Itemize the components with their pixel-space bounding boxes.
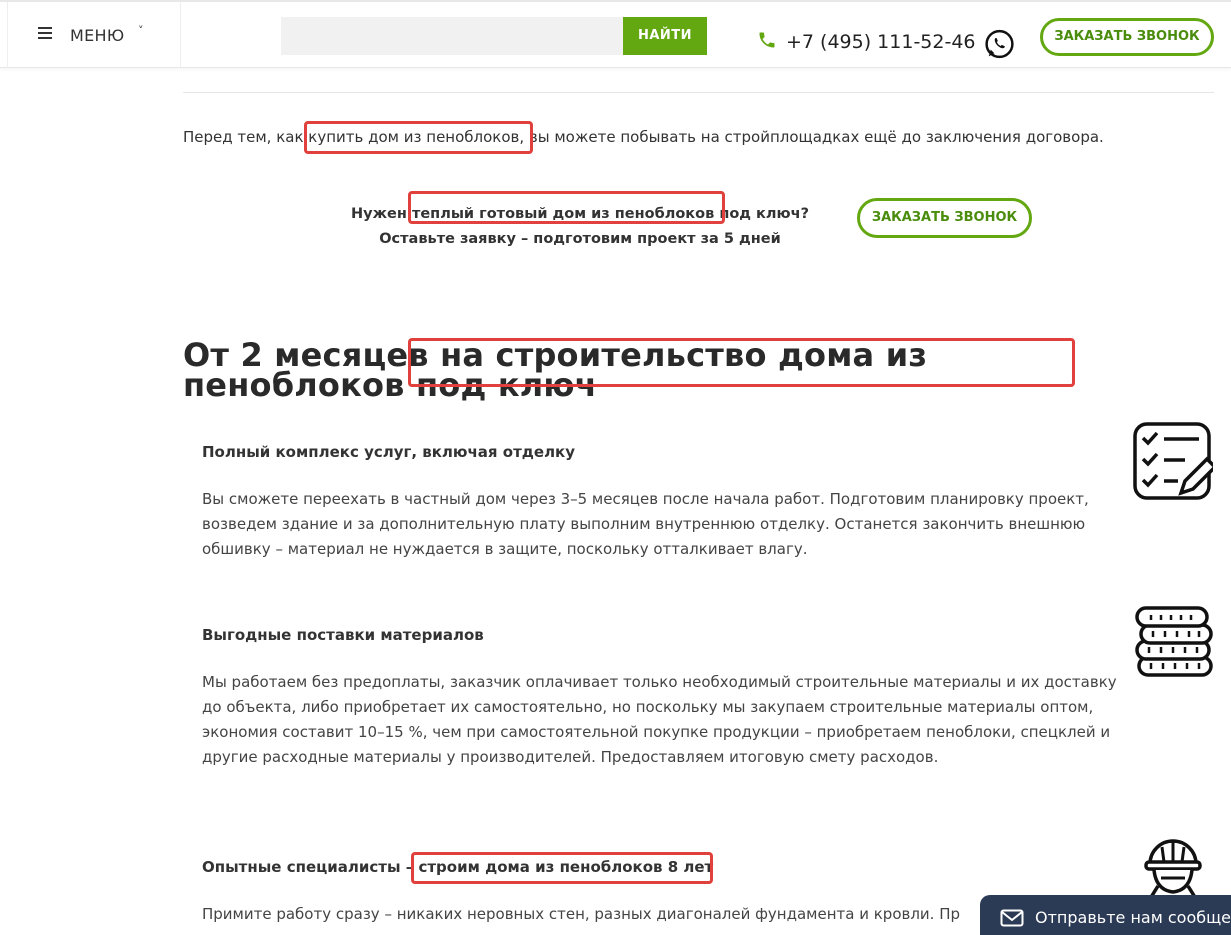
highlight-box — [304, 121, 533, 154]
search-input[interactable] — [281, 17, 623, 55]
hamburger-icon — [38, 27, 52, 39]
highlight-box — [408, 338, 1075, 387]
intro-suffix: , вы можете побывать на стройплощадках е… — [519, 128, 1104, 146]
phone-icon — [759, 32, 775, 48]
phone-number[interactable]: +7 (495) 111-52-46 — [786, 31, 976, 53]
site-header: МЕНЮ ˅ НАЙТИ +7 (495) 111-52-46 ЗАКАЗАТЬ… — [0, 0, 1231, 68]
worker-icon — [1144, 839, 1202, 903]
feature-title-prefix: Опытные специалисты – — [202, 858, 419, 876]
search-button[interactable]: НАЙТИ — [623, 17, 707, 55]
cta-line1-suffix: под ключ? — [714, 206, 809, 222]
checklist-icon — [1133, 422, 1213, 500]
chat-widget[interactable]: Отправьте нам сообще — [980, 895, 1231, 935]
whatsapp-icon[interactable] — [983, 28, 1016, 61]
menu-label: МЕНЮ — [70, 26, 125, 45]
divider — [183, 92, 1214, 93]
cta-callback-button[interactable]: ЗАКАЗАТЬ ЗВОНОК — [857, 198, 1032, 238]
feature-text: Примите работу сразу – никаких неровных … — [202, 905, 961, 923]
coins-icon — [1135, 606, 1213, 677]
highlight-box — [411, 852, 713, 884]
chevron-down-icon: ˅ — [138, 24, 144, 37]
menu-button[interactable]: МЕНЮ ˅ — [7, 2, 181, 68]
cta-line2: Оставьте заявку – подготовим проект за 5… — [379, 231, 781, 247]
feature-title: Выгодные поставки материалов — [202, 626, 484, 644]
feature-text: Мы работаем без предоплаты, заказчик опл… — [202, 673, 1117, 766]
intro-prefix: Перед тем, как — [183, 128, 309, 146]
envelope-icon — [1000, 909, 1024, 927]
chat-label: Отправьте нам сообще — [1035, 908, 1231, 927]
feature-title: Полный комплекс услуг, включая отделку — [202, 443, 576, 461]
feature-text: Вы сможете переехать в частный дом через… — [202, 490, 1089, 558]
cta-line1-prefix: Нужен — [351, 206, 412, 222]
highlight-box — [408, 191, 725, 224]
callback-button[interactable]: ЗАКАЗАТЬ ЗВОНОК — [1040, 18, 1214, 56]
